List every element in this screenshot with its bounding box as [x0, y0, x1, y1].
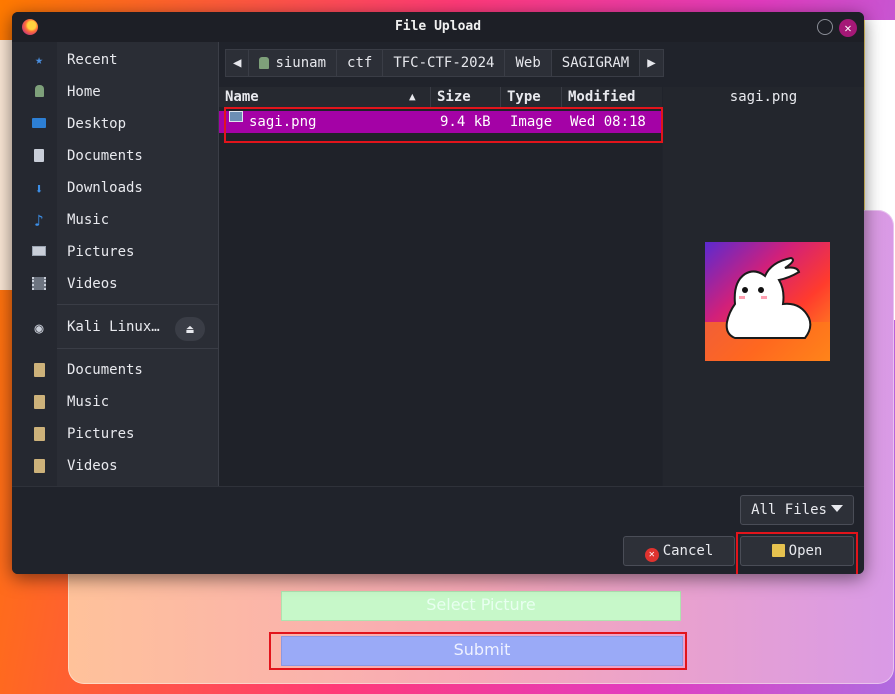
sidebar-item-desktop[interactable]: Desktop [12, 111, 218, 139]
path-back-button[interactable]: ◀ [225, 49, 250, 77]
rabbit-preview-image [705, 242, 830, 361]
sidebar-item-label: Videos [67, 276, 118, 292]
dropdown-caret-icon [830, 505, 843, 512]
dialog-footer: All Files ✕ Cancel Open [12, 486, 864, 574]
close-button[interactable]: ✕ [839, 19, 857, 37]
disk-icon: ◉ [34, 319, 44, 337]
minimize-button[interactable] [817, 19, 833, 35]
path-crumb-sagigram[interactable]: SAGIGRAM [550, 49, 641, 77]
sidebar-divider [57, 348, 218, 349]
clock-icon: ★ [35, 53, 43, 68]
sidebar-item-label: Kali Linux… [67, 319, 160, 335]
folder-icon [31, 363, 47, 379]
dialog-title: File Upload [394, 19, 482, 34]
folder-icon [31, 459, 47, 475]
sidebar-item-label: Downloads [67, 180, 143, 196]
download-icon: ⬇ [34, 180, 44, 198]
dialog-titlebar: File Upload ✕ [12, 12, 864, 42]
column-header-size[interactable]: Size [431, 87, 501, 107]
video-icon [31, 277, 47, 293]
sidebar-item-downloads[interactable]: ⬇ Downloads [12, 175, 218, 203]
sidebar-item-label: Music [67, 212, 110, 228]
column-header-modified[interactable]: Modified [562, 87, 662, 107]
home-icon [259, 57, 270, 69]
sidebar-item-label: Documents [67, 148, 143, 164]
path-crumb-tfc-ctf-2024[interactable]: TFC-CTF-2024 [382, 49, 506, 77]
folder-icon [31, 427, 47, 443]
cancel-button[interactable]: ✕ Cancel [623, 536, 735, 566]
sidebar-item-label: Desktop [67, 116, 127, 132]
sidebar-bookmark-music[interactable]: Music [12, 389, 218, 417]
sidebar-bookmark-videos[interactable]: Videos [12, 453, 218, 481]
column-header-type[interactable]: Type [501, 87, 562, 107]
sidebar-item-documents[interactable]: Documents [12, 143, 218, 171]
sidebar-item-label: Documents [67, 362, 143, 378]
sidebar-item-label: Music [67, 394, 110, 410]
sort-ascending-icon: ▲ [409, 90, 416, 103]
desktop-icon [31, 117, 47, 133]
page-background-panel [0, 40, 12, 290]
path-crumb-siunam[interactable]: siunam [248, 49, 338, 77]
sidebar-bookmark-pictures[interactable]: Pictures [12, 421, 218, 449]
highlight-box-file [224, 107, 663, 143]
file-preview: sagi.png [663, 87, 864, 486]
sidebar-item-music[interactable]: ♪ Music [12, 207, 218, 235]
file-upload-dialog: File Upload ✕ ★ Recent Home Desktop Docu… [12, 12, 864, 574]
file-type-filter[interactable]: All Files [740, 495, 854, 525]
sidebar-item-label: Videos [67, 458, 118, 474]
select-picture-button[interactable]: Select Picture [281, 591, 681, 621]
sidebar-item-recent[interactable]: ★ Recent [12, 47, 218, 75]
sidebar-item-home[interactable]: Home [12, 79, 218, 107]
sidebar-bookmark-documents[interactable]: Documents [12, 357, 218, 385]
cancel-icon: ✕ [644, 548, 659, 562]
sidebar-item-label: Recent [67, 52, 118, 68]
document-icon [31, 149, 47, 165]
home-icon [31, 85, 47, 101]
sidebar-item-label: Pictures [67, 244, 135, 260]
path-bar: ◀ siunam ctf TFC-CTF-2024 Web SAGIGRAM ▶ [225, 49, 664, 77]
music-icon: ♪ [34, 211, 44, 230]
sidebar-divider [57, 304, 218, 305]
sidebar-item-label: Home [67, 84, 101, 100]
picture-icon [31, 245, 47, 261]
sidebar-item-pictures[interactable]: Pictures [12, 239, 218, 267]
path-crumb-ctf[interactable]: ctf [336, 49, 384, 77]
sidebar-item-videos[interactable]: Videos [12, 271, 218, 299]
folder-icon [31, 395, 47, 411]
path-crumb-web[interactable]: Web [504, 49, 552, 77]
sidebar-item-kali-linux[interactable]: ◉ Kali Linux… ⏏ [12, 314, 218, 342]
column-header-name[interactable]: Name ▲ [219, 87, 431, 107]
highlight-box-submit [269, 632, 687, 670]
highlight-box-open [736, 532, 858, 574]
preview-filename: sagi.png [729, 89, 798, 105]
places-sidebar: ★ Recent Home Desktop Documents ⬇ Downlo… [12, 42, 218, 486]
file-list: Name ▲ Size Type Modified sagi.png 9.4 k… [219, 87, 663, 486]
sidebar-item-label: Pictures [67, 426, 135, 442]
path-forward-button[interactable]: ▶ [639, 49, 664, 77]
eject-icon[interactable]: ⏏ [175, 317, 205, 341]
